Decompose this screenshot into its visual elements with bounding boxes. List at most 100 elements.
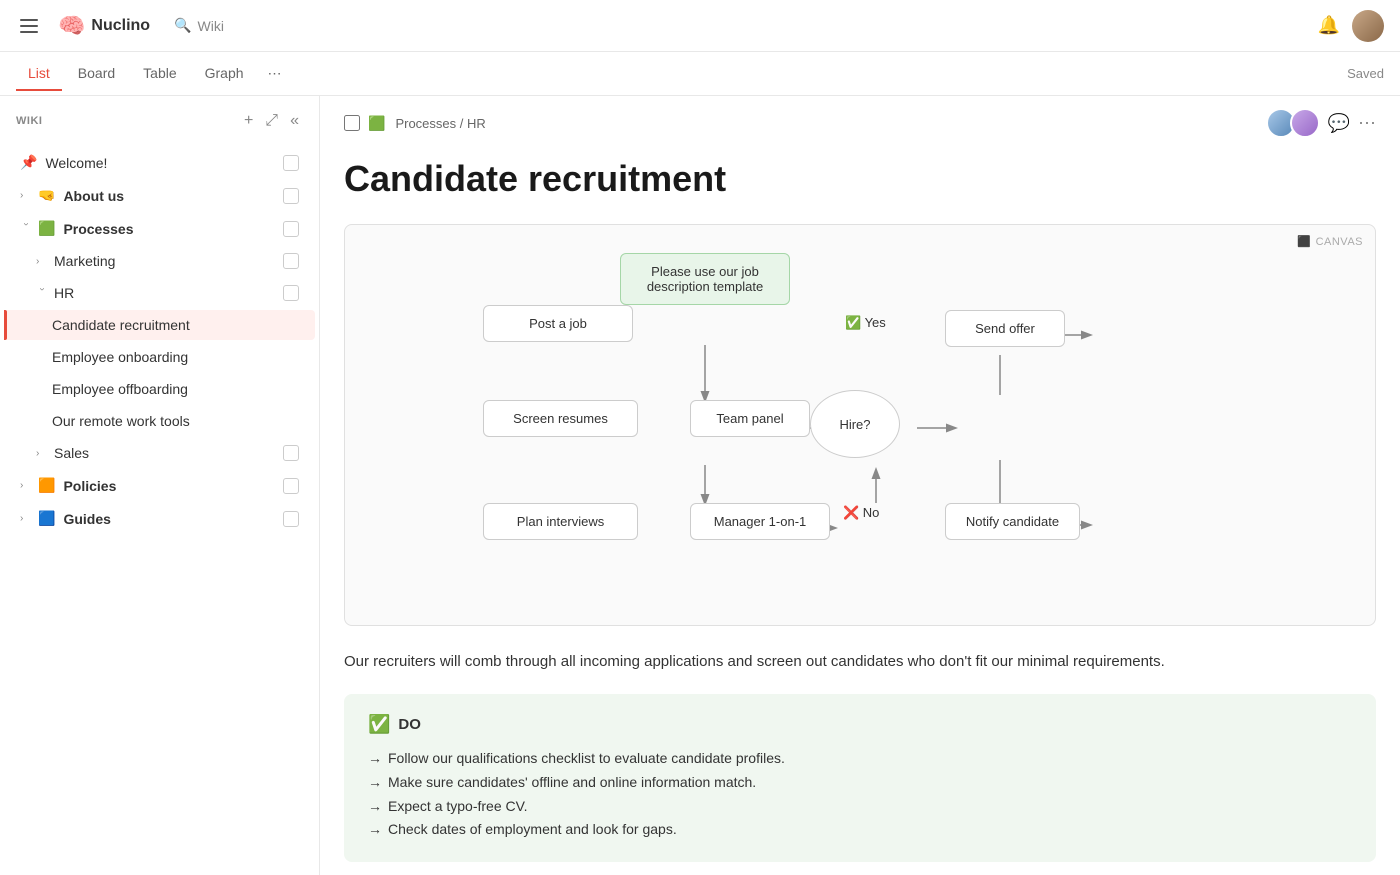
sidebar-item-employee-onboarding[interactable]: Employee onboarding: [4, 342, 315, 372]
do-item-3: Expect a typo-free CV.: [368, 795, 1352, 819]
sidebar-item-welcome[interactable]: 📌 Welcome!: [4, 147, 315, 178]
green-box-icon: 🟩: [368, 115, 385, 132]
description-text: Our recruiters will comb through all inc…: [344, 650, 1376, 674]
tabs-more-icon[interactable]: ⋯: [264, 61, 286, 86]
orange-box-icon: 🟧: [38, 477, 55, 494]
pin-icon: 📌: [20, 154, 37, 171]
sidebar-item-about-us[interactable]: › 🤜 About us: [4, 180, 315, 211]
chevron-right-icon: ›: [20, 513, 32, 524]
tab-graph[interactable]: Graph: [193, 57, 256, 91]
comment-icon[interactable]: 💬: [1328, 113, 1350, 134]
chevron-down-icon: ›: [21, 223, 32, 235]
breadcrumb: Processes / HR: [395, 116, 485, 131]
flownode-no: ❌ No: [843, 505, 879, 521]
item-checkbox[interactable]: [283, 221, 299, 237]
chevron-right-icon: ›: [36, 448, 48, 459]
more-options-icon[interactable]: ⋯: [1358, 113, 1376, 134]
sidebar-item-label: HR: [54, 285, 279, 301]
search-button[interactable]: 🔍 Wiki: [166, 13, 232, 38]
flownode-plan-interviews: Plan interviews: [483, 503, 638, 540]
chevron-right-icon: ›: [20, 190, 32, 201]
item-checkbox[interactable]: [283, 478, 299, 494]
breadcrumb-checkbox[interactable]: [344, 115, 360, 131]
collaborator-avatars: [1266, 108, 1320, 138]
collapse-sidebar-icon[interactable]: «: [286, 108, 303, 134]
do-check-icon: ✅: [368, 714, 390, 735]
sidebar-item-candidate-recruitment[interactable]: Candidate recruitment: [4, 310, 315, 340]
hamburger-menu[interactable]: [16, 15, 42, 37]
flownode-job-desc: Please use our job description template: [620, 253, 790, 305]
sidebar-item-label: Employee onboarding: [52, 349, 299, 365]
item-checkbox[interactable]: [283, 285, 299, 301]
sidebar-item-label: Policies: [63, 478, 279, 494]
item-checkbox[interactable]: [283, 188, 299, 204]
sidebar-header: WIKI + ⤢ «: [0, 96, 319, 146]
tab-table[interactable]: Table: [131, 57, 188, 91]
logo-text: Nuclino: [91, 17, 150, 35]
item-checkbox[interactable]: [283, 253, 299, 269]
sidebar-actions: + ⤢ «: [240, 108, 303, 134]
logo[interactable]: 🧠 Nuclino: [58, 13, 150, 39]
main-layout: WIKI + ⤢ « 📌 Welcome! › 🤜 About us › 🟩 P…: [0, 96, 1400, 875]
content-body: Candidate recruitment ⬛ CANVAS: [320, 150, 1400, 875]
sidebar-item-label: Sales: [54, 445, 279, 461]
flownode-team-panel: Team panel: [690, 400, 810, 437]
search-label: Wiki: [198, 18, 224, 34]
flownode-post-job: Post a job: [483, 305, 633, 342]
sidebar-item-label: Candidate recruitment: [52, 317, 299, 333]
content-header-right: 💬 ⋯: [1266, 108, 1376, 138]
do-item-4: Check dates of employment and look for g…: [368, 818, 1352, 842]
sidebar-item-label: Guides: [63, 511, 279, 527]
notification-bell-icon[interactable]: 🔔: [1318, 15, 1340, 36]
do-item-2: Make sure candidates' offline and online…: [368, 771, 1352, 795]
sidebar-item-label: Employee offboarding: [52, 381, 299, 397]
item-checkbox[interactable]: [283, 511, 299, 527]
fist-icon: 🤜: [38, 187, 55, 204]
chevron-down-icon: ›: [37, 287, 48, 299]
tab-list[interactable]: List: [16, 57, 62, 91]
sidebar: WIKI + ⤢ « 📌 Welcome! › 🤜 About us › 🟩 P…: [0, 96, 320, 875]
sidebar-item-label: Processes: [63, 221, 279, 237]
sidebar-item-label: About us: [63, 188, 279, 204]
item-checkbox[interactable]: [283, 445, 299, 461]
sidebar-item-label: Marketing: [54, 253, 279, 269]
flownode-yes: ✅ Yes: [845, 315, 886, 331]
chevron-right-icon: ›: [36, 256, 48, 267]
do-header: ✅ DO: [368, 714, 1352, 735]
flownode-screen-resumes: Screen resumes: [483, 400, 638, 437]
blue-box-icon: 🟦: [38, 510, 55, 527]
sidebar-item-guides[interactable]: › 🟦 Guides: [4, 503, 315, 534]
sidebar-item-label: Welcome!: [45, 155, 279, 171]
do-block: ✅ DO Follow our qualifications checklist…: [344, 694, 1376, 862]
sidebar-item-employee-offboarding[interactable]: Employee offboarding: [4, 374, 315, 404]
logo-icon: 🧠: [58, 13, 85, 39]
green-box-icon: 🟩: [38, 220, 55, 237]
top-bar-right: 🔔: [1318, 10, 1384, 42]
flownode-send-offer: Send offer: [945, 310, 1065, 347]
sidebar-item-hr[interactable]: › HR: [4, 278, 315, 308]
content-header: 🟩 Processes / HR 💬 ⋯: [320, 96, 1400, 150]
item-checkbox[interactable]: [283, 155, 299, 171]
search-icon: 🔍: [174, 17, 191, 34]
sidebar-title: WIKI: [16, 115, 232, 127]
sidebar-item-remote-work-tools[interactable]: Our remote work tools: [4, 406, 315, 436]
user-avatar[interactable]: [1352, 10, 1384, 42]
add-item-button[interactable]: +: [240, 108, 257, 134]
expand-icon[interactable]: ⤢: [261, 108, 282, 134]
flownode-notify-candidate: Notify candidate: [945, 503, 1080, 540]
collaborator-avatar-2: [1290, 108, 1320, 138]
do-item-1: Follow our qualifications checklist to e…: [368, 747, 1352, 771]
sidebar-item-marketing[interactable]: › Marketing: [4, 246, 315, 276]
do-label: DO: [398, 716, 421, 733]
sidebar-item-policies[interactable]: › 🟧 Policies: [4, 470, 315, 501]
sidebar-item-sales[interactable]: › Sales: [4, 438, 315, 468]
sidebar-item-label: Our remote work tools: [52, 413, 299, 429]
tabs-bar: List Board Table Graph ⋯ Saved: [0, 52, 1400, 96]
flownode-manager-1on1: Manager 1-on-1: [690, 503, 830, 540]
sidebar-item-processes[interactable]: › 🟩 Processes: [4, 213, 315, 244]
flownode-hire: Hire?: [810, 390, 900, 458]
content-area: 🟩 Processes / HR 💬 ⋯ Candidate recruitme…: [320, 96, 1400, 875]
tab-board[interactable]: Board: [66, 57, 127, 91]
top-bar: 🧠 Nuclino 🔍 Wiki 🔔: [0, 0, 1400, 52]
page-title: Candidate recruitment: [344, 150, 1376, 200]
